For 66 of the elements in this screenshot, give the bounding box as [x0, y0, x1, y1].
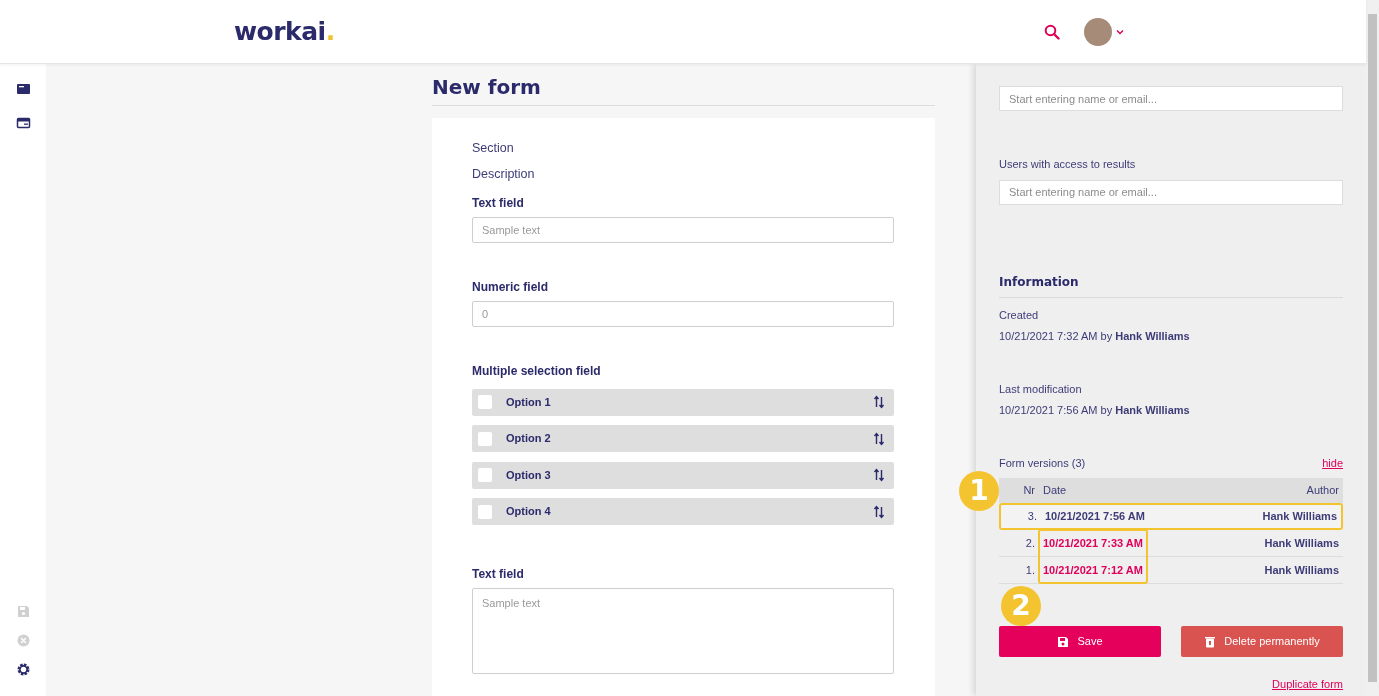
section-title: Section — [472, 140, 515, 157]
text-area[interactable]: Sample text — [472, 588, 894, 674]
option-label: Option 1 — [506, 394, 551, 410]
checkbox[interactable] — [478, 504, 492, 519]
caret-icon[interactable] — [1116, 28, 1124, 35]
option-label: Option 3 — [506, 467, 551, 483]
delete-button[interactable]: Delete permanently — [1181, 626, 1343, 657]
info-label: Created — [999, 307, 1040, 323]
info-value: 10/21/2021 7:32 AM by Hank Williams — [999, 329, 1191, 344]
form-title: New form — [432, 75, 935, 106]
option-label: Option 4 — [506, 504, 551, 520]
annotation-marker: 1 — [959, 470, 999, 511]
table-cell-text: Hank Williams — [1263, 535, 1340, 551]
table-cell-text: 3. — [1026, 509, 1038, 525]
info-value: 10/21/2021 7:56 AM by Hank Williams — [999, 403, 1191, 418]
option-label: Option 2 — [506, 431, 551, 447]
window-icon[interactable] — [15, 116, 31, 130]
section-heading: Information — [999, 272, 1343, 298]
scrollbar[interactable] — [1366, 0, 1379, 696]
input-field[interactable]: Start entering name or email... — [999, 179, 1343, 205]
input-field[interactable]: 0 — [472, 300, 894, 327]
version-link[interactable]: 10/21/2021 7:12 AM — [1043, 561, 1143, 579]
search-icon[interactable] — [1044, 23, 1060, 40]
table-cell-text: 1. — [1024, 562, 1036, 578]
version-row[interactable]: 1. 10/21/2021 7:12 AM Hank Williams — [999, 557, 1343, 584]
logo[interactable]: workai. — [234, 19, 335, 44]
field-label: Text field — [472, 566, 525, 583]
field-label: Multiple selection field — [472, 362, 602, 380]
field-label: Users with access to results — [999, 157, 1137, 172]
save-icon — [1057, 635, 1070, 648]
sort-icon[interactable] — [873, 431, 885, 446]
annotation-marker: 2 — [1001, 586, 1041, 626]
column-header: Nr — [1022, 483, 1036, 499]
version-row[interactable]: 3. 10/21/2021 7:56 AM Hank Williams — [999, 503, 1343, 530]
save-button[interactable]: Save — [999, 626, 1161, 657]
hide-link[interactable]: hide — [1322, 454, 1343, 471]
input-field[interactable]: Start entering name or email... — [999, 86, 1343, 111]
column-header: Date — [1043, 483, 1067, 499]
checkbox[interactable] — [478, 468, 492, 482]
column-header: Author — [1305, 483, 1340, 499]
table-cell-text: Hank Williams — [1263, 562, 1340, 578]
option-row[interactable]: Option 1 — [472, 388, 894, 416]
checkbox[interactable] — [478, 395, 492, 409]
settings-icon[interactable] — [15, 662, 31, 676]
sort-icon[interactable] — [873, 504, 885, 519]
field-label: Text field — [472, 194, 525, 212]
info-label: Last modification — [999, 381, 1083, 397]
avatar[interactable] — [1084, 17, 1112, 46]
table-cell-text: 2. — [1024, 535, 1036, 551]
version-link[interactable]: 10/21/2021 7:33 AM — [1043, 534, 1143, 552]
table-cell-text: Hank Williams — [1261, 509, 1338, 525]
trash-icon — [1204, 635, 1217, 648]
duplicate-link[interactable]: Duplicate form — [1272, 678, 1343, 690]
option-row[interactable]: Option 3 — [472, 461, 894, 489]
option-row[interactable]: Option 2 — [472, 425, 894, 452]
field-label: Numeric field — [472, 278, 550, 296]
section-description: Description — [472, 165, 536, 183]
version-row[interactable]: 2. 10/21/2021 7:33 AM Hank Williams — [999, 530, 1343, 557]
sort-icon[interactable] — [873, 468, 885, 482]
table-cell-text: 10/21/2021 7:56 AM — [1045, 509, 1145, 525]
option-row[interactable]: Option 4 — [472, 498, 894, 525]
versions-title: Form versions (3) — [999, 455, 1086, 471]
sort-icon[interactable] — [873, 395, 885, 409]
checkbox[interactable] — [478, 431, 492, 446]
input-field[interactable]: Sample text — [472, 216, 894, 243]
card-icon[interactable] — [15, 82, 31, 96]
